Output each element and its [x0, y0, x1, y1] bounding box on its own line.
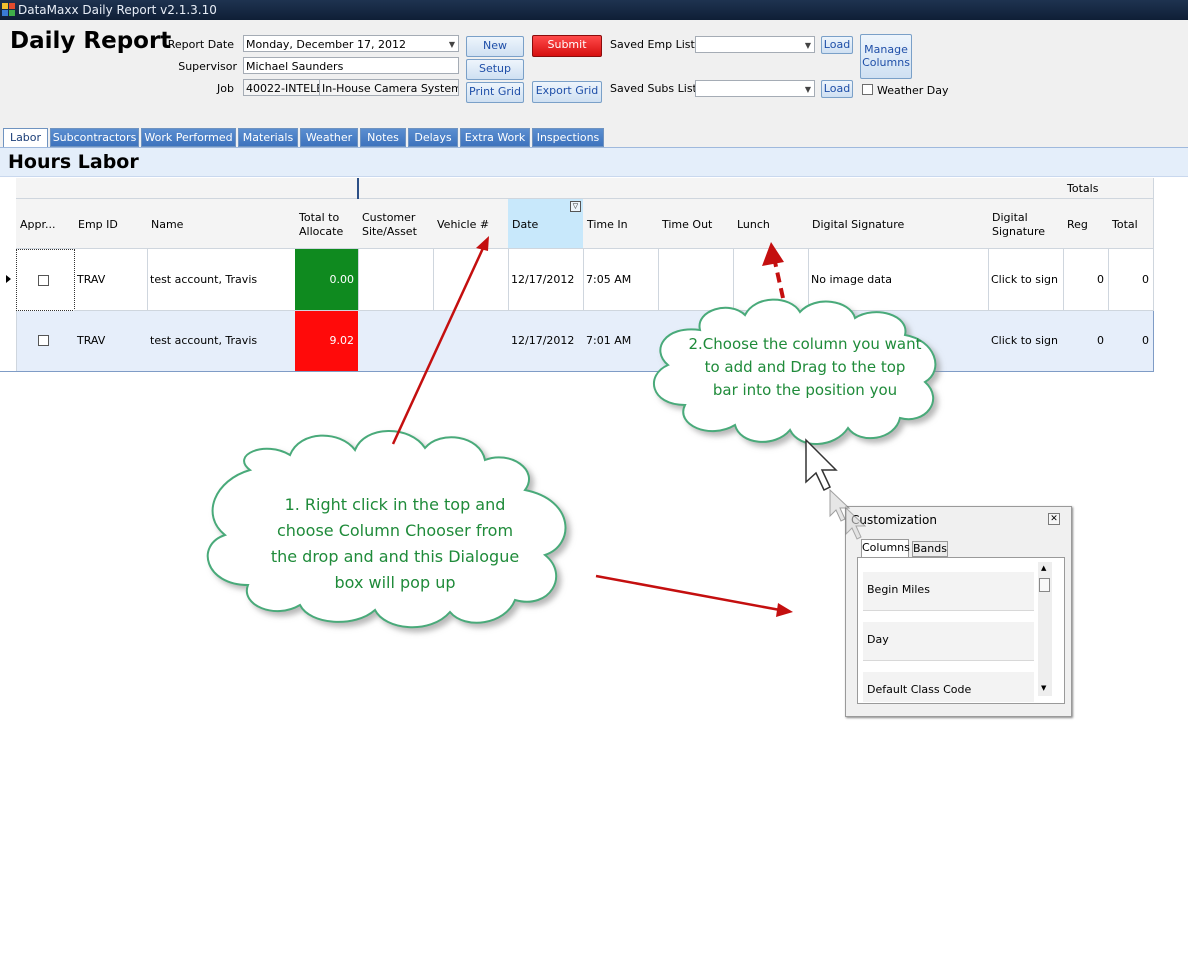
callout-line: the drop and and this Dialogue	[270, 547, 520, 566]
callout-line: 2.Choose the column you want	[688, 335, 922, 353]
arrow-to-vehicle-column	[391, 245, 486, 445]
arrow-to-dialog	[595, 574, 781, 612]
callout-line: to add and Drag to the top	[704, 358, 906, 376]
arrowhead-icon	[762, 242, 784, 266]
callout-line: bar into the position you	[712, 381, 898, 399]
callout-step1-text: 1. Right click in the top and choose Col…	[245, 492, 545, 596]
dashed-arrow-to-lunch-column	[773, 261, 785, 299]
callout-line: box will pop up	[334, 573, 456, 592]
callout-step2-text: 2.Choose the column you want to add and …	[680, 333, 930, 402]
callout-line: 1. Right click in the top and	[284, 495, 506, 514]
callout-line: choose Column Chooser from	[276, 521, 514, 540]
arrowhead-icon	[476, 236, 489, 251]
mouse-cursor-icon	[805, 438, 867, 540]
annotation-overlay	[206, 236, 937, 629]
arrowhead-icon	[776, 603, 793, 617]
